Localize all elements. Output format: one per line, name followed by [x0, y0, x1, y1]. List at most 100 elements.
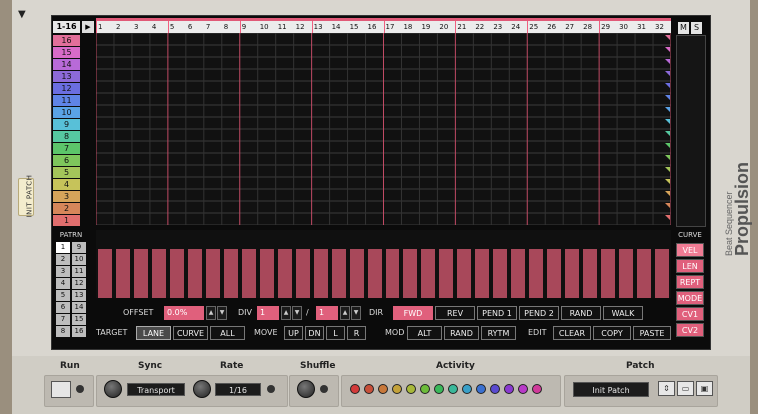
edit-option-button[interactable]: CLEAR	[553, 326, 591, 340]
move-option-button[interactable]: UP	[284, 326, 303, 340]
lane-end-marker[interactable]	[665, 119, 670, 124]
pattern-button[interactable]: 13	[72, 290, 86, 301]
rate-knob[interactable]	[193, 380, 211, 398]
lane-end-marker[interactable]	[665, 71, 670, 76]
lane-end-marker[interactable]	[665, 203, 670, 208]
target-option-button[interactable]: ALL	[210, 326, 245, 340]
curve-button[interactable]: CV1	[676, 307, 704, 321]
patch-name-display[interactable]: Init Patch	[573, 382, 649, 397]
pattern-button[interactable]: 5	[56, 290, 70, 301]
lane-button[interactable]: 5	[53, 167, 80, 178]
lane-button[interactable]: 7	[53, 143, 80, 154]
mute-header-button[interactable]: M	[678, 22, 689, 34]
div-num-up-icon[interactable]: ▲	[281, 306, 291, 320]
lane-end-marker[interactable]	[665, 155, 670, 160]
velocity-bar[interactable]	[151, 249, 166, 298]
move-option-button[interactable]: DN	[305, 326, 324, 340]
mod-option-button[interactable]: RAND	[444, 326, 479, 340]
pattern-button[interactable]: 7	[56, 314, 70, 325]
velocity-bar[interactable]	[637, 249, 652, 298]
step-number-strip[interactable]: 1 2 3 4 5 6 7 8 9 10 11 12 13 14 15 16 17 18 19 20 21 22 23 24 2…	[96, 21, 671, 33]
pattern-button[interactable]: 11	[72, 266, 86, 277]
run-button[interactable]	[51, 381, 71, 398]
lane-button[interactable]: 4	[53, 179, 80, 190]
edit-option-button[interactable]: PASTE	[633, 326, 671, 340]
lane-end-marker[interactable]	[665, 215, 670, 220]
patch-browse-icon[interactable]: ⇕	[658, 381, 675, 396]
lane-end-marker[interactable]	[665, 107, 670, 112]
lane-button[interactable]: 11	[53, 95, 80, 106]
lane-button[interactable]: 1	[53, 215, 80, 226]
velocity-bar[interactable]	[187, 249, 202, 298]
pattern-button[interactable]: 14	[72, 302, 86, 313]
velocity-bar[interactable]	[98, 249, 112, 298]
step-grid[interactable]	[96, 33, 671, 225]
velocity-bar[interactable]	[223, 249, 238, 298]
velocity-curve-area[interactable]	[96, 230, 671, 298]
rate-display[interactable]: 1/16	[215, 383, 261, 396]
velocity-bar[interactable]	[619, 249, 634, 298]
dir-option-button[interactable]: FWD	[393, 306, 433, 320]
lane-end-marker[interactable]	[665, 95, 670, 100]
lane-button[interactable]: 12	[53, 83, 80, 94]
lane-button[interactable]: 2	[53, 203, 80, 214]
div-denominator[interactable]: 1	[316, 306, 338, 320]
dir-option-button[interactable]: PEND 1	[477, 306, 517, 320]
velocity-bar[interactable]	[205, 249, 220, 298]
pattern-button[interactable]: 8	[56, 326, 70, 337]
div-den-up-icon[interactable]: ▲	[340, 306, 350, 320]
pattern-button[interactable]: 15	[72, 314, 86, 325]
velocity-bar[interactable]	[439, 249, 454, 298]
sync-knob[interactable]	[104, 380, 122, 398]
offset-value[interactable]: 0.0%	[164, 306, 204, 320]
lane-end-marker[interactable]	[665, 59, 670, 64]
lane-button[interactable]: 3	[53, 191, 80, 202]
lane-button[interactable]: 13	[53, 71, 80, 82]
mod-option-button[interactable]: ALT	[407, 326, 442, 340]
pattern-button[interactable]: 6	[56, 302, 70, 313]
mute-solo-column[interactable]	[676, 35, 706, 227]
div-num-down-icon[interactable]: ▼	[292, 306, 302, 320]
edit-option-button[interactable]: COPY	[593, 326, 631, 340]
velocity-bar[interactable]	[457, 249, 472, 298]
curve-button[interactable]: CV2	[676, 323, 704, 337]
folder-icon[interactable]: ▭	[677, 381, 694, 396]
lane-button[interactable]: 16	[53, 35, 80, 46]
move-option-button[interactable]: L	[326, 326, 345, 340]
dir-option-button[interactable]: WALK	[603, 306, 643, 320]
lane-button[interactable]: 9	[53, 119, 80, 130]
lane-end-marker[interactable]	[665, 131, 670, 136]
velocity-bar[interactable]	[583, 249, 598, 298]
pattern-button[interactable]: 1	[56, 242, 70, 253]
lane-end-marker[interactable]	[665, 191, 670, 196]
lane-end-marker[interactable]	[665, 143, 670, 148]
velocity-bar[interactable]	[277, 249, 292, 298]
target-option-button[interactable]: CURVE	[173, 326, 208, 340]
lane-button[interactable]: 14	[53, 59, 80, 70]
velocity-bar[interactable]	[115, 249, 130, 298]
pattern-button[interactable]: 9	[72, 242, 86, 253]
lane-end-marker[interactable]	[665, 47, 670, 52]
velocity-bar[interactable]	[259, 249, 274, 298]
div-numerator[interactable]: 1	[257, 306, 279, 320]
velocity-bar[interactable]	[601, 249, 616, 298]
velocity-bar[interactable]	[547, 249, 562, 298]
play-icon[interactable]: ▶	[82, 21, 94, 33]
offset-down-icon[interactable]: ▼	[217, 306, 227, 320]
velocity-bar[interactable]	[529, 249, 544, 298]
offset-up-icon[interactable]: ▲	[206, 306, 216, 320]
dir-option-button[interactable]: RAND	[561, 306, 601, 320]
velocity-bar[interactable]	[385, 249, 400, 298]
lane-button[interactable]: 10	[53, 107, 80, 118]
velocity-bar[interactable]	[133, 249, 148, 298]
velocity-bar[interactable]	[475, 249, 490, 298]
dir-option-button[interactable]: PEND 2	[519, 306, 559, 320]
mod-option-button[interactable]: RYTM	[481, 326, 516, 340]
velocity-bar[interactable]	[565, 249, 580, 298]
curve-button[interactable]: REPT	[676, 275, 704, 289]
velocity-bar[interactable]	[331, 249, 346, 298]
velocity-bar[interactable]	[367, 249, 382, 298]
pattern-button[interactable]: 12	[72, 278, 86, 289]
velocity-bar[interactable]	[421, 249, 436, 298]
velocity-bar[interactable]	[493, 249, 508, 298]
